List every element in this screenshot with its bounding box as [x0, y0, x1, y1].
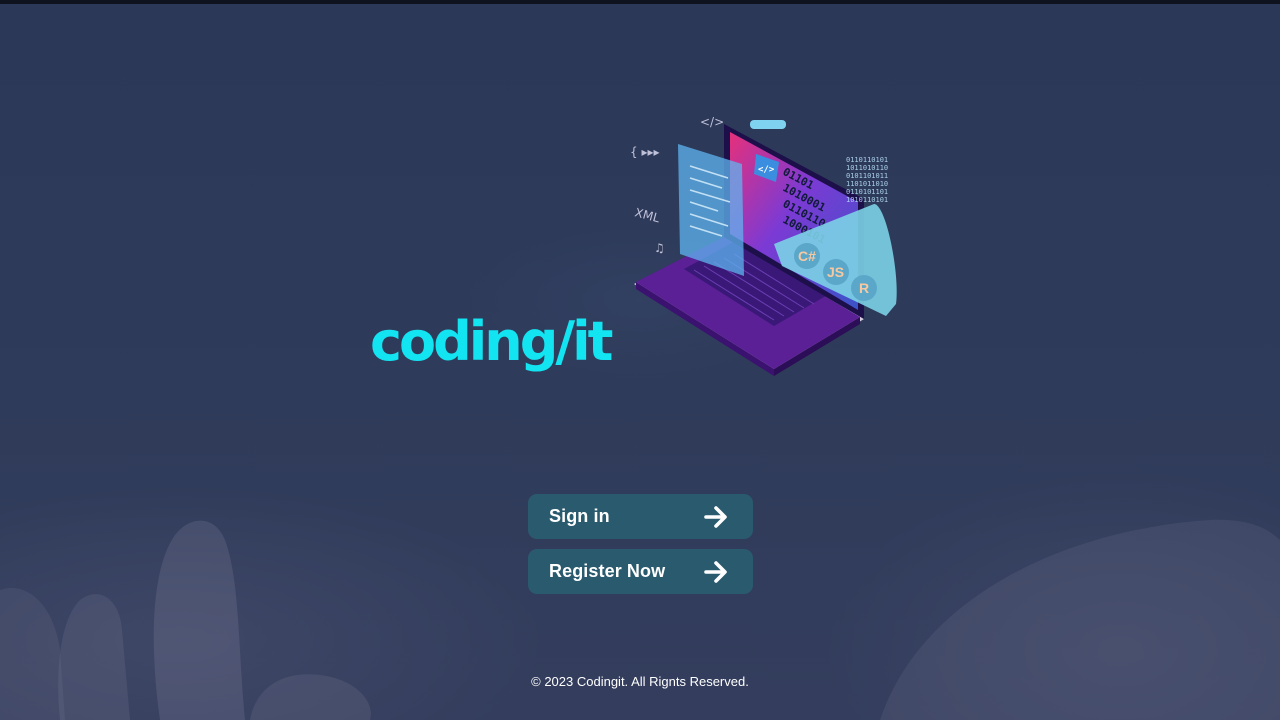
svg-text:1011010110: 1011010110 — [846, 164, 888, 172]
svg-text:0110101101: 0110101101 — [846, 188, 888, 196]
svg-text:</>: </> — [758, 165, 775, 175]
top-border — [0, 0, 1280, 4]
register-now-label: Register Now — [549, 561, 666, 581]
svg-text:♫: ♫ — [654, 241, 665, 255]
sign-in-button[interactable]: Sign in — [528, 494, 753, 539]
svg-text:JS: JS — [827, 264, 844, 280]
svg-text:1010110101: 1010110101 — [846, 196, 888, 204]
svg-text:0110110101: 0110110101 — [846, 156, 888, 164]
svg-text:</>: </> — [700, 115, 724, 129]
sign-in-label: Sign in — [549, 506, 610, 526]
svg-text:C#: C# — [798, 248, 816, 264]
svg-text:0101101011: 0101101011 — [846, 172, 888, 180]
copyright-footer: © 2023 Codingit. All Rignts Reserved. — [531, 674, 749, 689]
register-now-button[interactable]: Register Now — [528, 549, 753, 594]
svg-text:XML: XML — [633, 205, 661, 225]
svg-text:1101011010: 1101011010 — [846, 180, 888, 188]
brand-logo: coding/it — [370, 306, 630, 386]
svg-text:{ ▸▸▸: { ▸▸▸ — [630, 145, 660, 159]
laptop-code-illustration-icon: 01101 1010001 0110110 1000101 </> C# JS … — [630, 115, 897, 376]
svg-text:R: R — [859, 280, 869, 296]
arrow-right-icon — [704, 560, 727, 583]
logo-text: coding/it — [370, 310, 613, 373]
arrow-right-icon — [704, 505, 727, 528]
